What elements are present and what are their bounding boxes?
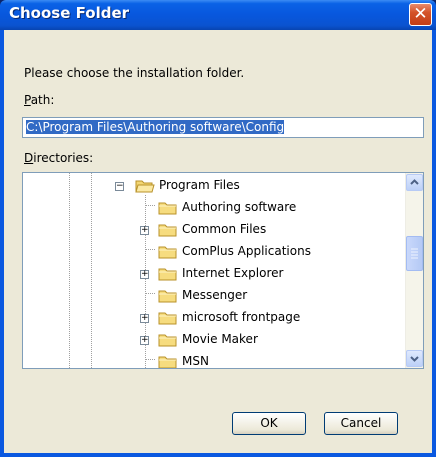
ok-button[interactable]: OK [232, 412, 306, 435]
tree-guide-line [69, 173, 70, 368]
chevron-up-icon [410, 179, 419, 185]
tree-guide-line [145, 205, 155, 206]
scroll-up-button[interactable] [406, 174, 423, 191]
window-border-right [432, 30, 436, 457]
directories-label-rest: irectories: [33, 151, 94, 165]
tree-item-label: Movie Maker [182, 332, 258, 346]
path-input-value: C:\Program Files\Authoring software\Conf… [26, 120, 285, 134]
folder-icon [158, 224, 177, 237]
folder-icon [158, 356, 177, 368]
tree-item-label: Common Files [182, 222, 267, 236]
collapse-toggle[interactable]: − [115, 182, 124, 191]
cancel-button[interactable]: Cancel [324, 412, 398, 435]
path-label-key: P [24, 93, 31, 107]
scroll-thumb[interactable] [406, 236, 423, 271]
folder-icon [158, 202, 177, 215]
choose-folder-dialog: Choose Folder ✕ Please choose the instal… [0, 0, 436, 457]
window-title: Choose Folder [9, 4, 130, 22]
folder-icon [158, 334, 177, 347]
window-border-bottom [0, 453, 436, 457]
tree-item-label: MSN [182, 354, 209, 368]
path-input[interactable]: C:\Program Files\Authoring software\Conf… [22, 117, 424, 138]
close-button[interactable]: ✕ [409, 3, 432, 26]
tree-item-label: Program Files [159, 178, 240, 192]
path-label-rest: ath: [30, 93, 55, 107]
tree-item-label: Authoring software [182, 200, 297, 214]
expand-toggle[interactable]: + [140, 314, 149, 323]
grip-icon [411, 248, 418, 259]
tree-item-label: microsoft frontpage [182, 310, 301, 324]
expand-toggle[interactable]: + [140, 270, 149, 279]
tree-guide-line [91, 173, 92, 368]
folder-icon [158, 246, 177, 259]
tree-item-label: Internet Explorer [182, 266, 284, 280]
tree-item-label: ComPlus Applications [182, 244, 311, 258]
folder-open-icon [135, 180, 155, 193]
scroll-down-button[interactable] [406, 350, 423, 367]
tree-guide-line [145, 293, 155, 294]
prompt-text: Please choose the installation folder. [24, 66, 245, 80]
vertical-scrollbar[interactable] [405, 173, 423, 368]
tree-item-label: Messenger [182, 288, 248, 302]
directories-label-key: D [24, 151, 34, 165]
path-label: Path: [24, 93, 54, 107]
expand-toggle[interactable]: + [140, 336, 149, 345]
expand-toggle[interactable]: + [140, 226, 149, 235]
folder-icon [158, 290, 177, 303]
tree-guide-line [145, 249, 155, 250]
title-bar[interactable]: Choose Folder ✕ [0, 0, 436, 30]
directory-tree[interactable]: Program Files − Authoring software Common F… [22, 172, 424, 369]
chevron-down-icon [410, 356, 419, 362]
tree-guide-line [145, 359, 155, 360]
folder-icon [158, 268, 177, 281]
directories-label: Directories: [24, 151, 93, 165]
folder-icon [158, 312, 177, 325]
